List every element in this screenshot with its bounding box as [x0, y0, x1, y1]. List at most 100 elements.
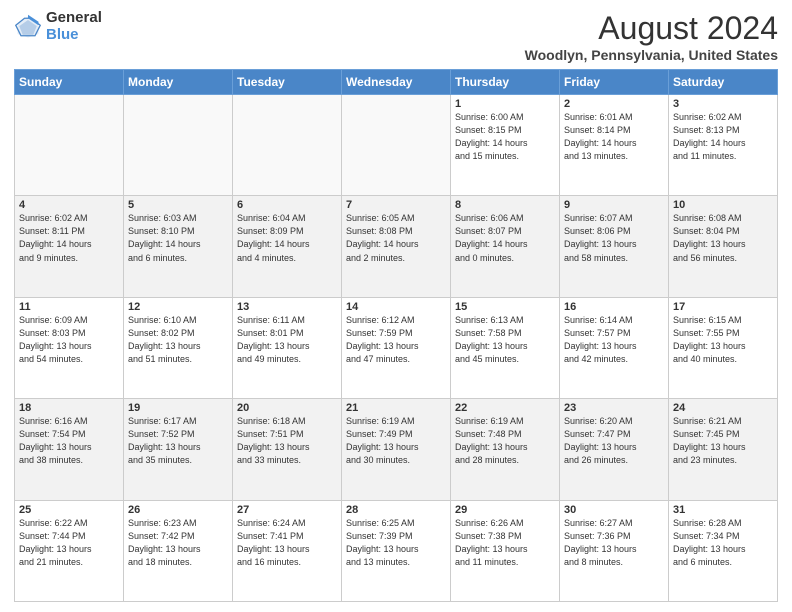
day-number: 13	[237, 301, 337, 313]
calendar-week-row: 4Sunrise: 6:02 AM Sunset: 8:11 PM Daylig…	[15, 196, 778, 297]
day-info: Sunrise: 6:12 AM Sunset: 7:59 PM Dayligh…	[346, 314, 446, 366]
day-number: 25	[19, 504, 119, 516]
table-row: 4Sunrise: 6:02 AM Sunset: 8:11 PM Daylig…	[15, 196, 124, 297]
day-info: Sunrise: 6:16 AM Sunset: 7:54 PM Dayligh…	[19, 415, 119, 467]
day-number: 20	[237, 402, 337, 414]
calendar-week-row: 25Sunrise: 6:22 AM Sunset: 7:44 PM Dayli…	[15, 500, 778, 601]
calendar-week-row: 18Sunrise: 6:16 AM Sunset: 7:54 PM Dayli…	[15, 399, 778, 500]
table-row: 28Sunrise: 6:25 AM Sunset: 7:39 PM Dayli…	[342, 500, 451, 601]
table-row: 24Sunrise: 6:21 AM Sunset: 7:45 PM Dayli…	[669, 399, 778, 500]
day-number: 9	[564, 199, 664, 211]
day-info: Sunrise: 6:14 AM Sunset: 7:57 PM Dayligh…	[564, 314, 664, 366]
table-row	[15, 95, 124, 196]
day-info: Sunrise: 6:23 AM Sunset: 7:42 PM Dayligh…	[128, 517, 228, 569]
table-row	[342, 95, 451, 196]
logo-text: General Blue	[46, 10, 102, 43]
table-row: 5Sunrise: 6:03 AM Sunset: 8:10 PM Daylig…	[124, 196, 233, 297]
calendar-week-row: 11Sunrise: 6:09 AM Sunset: 8:03 PM Dayli…	[15, 297, 778, 398]
page: General Blue August 2024 Woodlyn, Pennsy…	[0, 0, 792, 612]
day-info: Sunrise: 6:15 AM Sunset: 7:55 PM Dayligh…	[673, 314, 773, 366]
table-row: 25Sunrise: 6:22 AM Sunset: 7:44 PM Dayli…	[15, 500, 124, 601]
col-sunday: Sunday	[15, 70, 124, 95]
day-info: Sunrise: 6:26 AM Sunset: 7:38 PM Dayligh…	[455, 517, 555, 569]
day-info: Sunrise: 6:04 AM Sunset: 8:09 PM Dayligh…	[237, 212, 337, 264]
table-row: 15Sunrise: 6:13 AM Sunset: 7:58 PM Dayli…	[451, 297, 560, 398]
logo-blue-text: Blue	[46, 27, 102, 44]
table-row: 29Sunrise: 6:26 AM Sunset: 7:38 PM Dayli…	[451, 500, 560, 601]
day-number: 19	[128, 402, 228, 414]
day-info: Sunrise: 6:17 AM Sunset: 7:52 PM Dayligh…	[128, 415, 228, 467]
day-info: Sunrise: 6:22 AM Sunset: 7:44 PM Dayligh…	[19, 517, 119, 569]
day-info: Sunrise: 6:21 AM Sunset: 7:45 PM Dayligh…	[673, 415, 773, 467]
day-info: Sunrise: 6:13 AM Sunset: 7:58 PM Dayligh…	[455, 314, 555, 366]
day-number: 7	[346, 199, 446, 211]
table-row: 12Sunrise: 6:10 AM Sunset: 8:02 PM Dayli…	[124, 297, 233, 398]
day-number: 2	[564, 98, 664, 110]
day-number: 31	[673, 504, 773, 516]
col-tuesday: Tuesday	[233, 70, 342, 95]
day-info: Sunrise: 6:25 AM Sunset: 7:39 PM Dayligh…	[346, 517, 446, 569]
day-info: Sunrise: 6:05 AM Sunset: 8:08 PM Dayligh…	[346, 212, 446, 264]
table-row: 11Sunrise: 6:09 AM Sunset: 8:03 PM Dayli…	[15, 297, 124, 398]
day-number: 4	[19, 199, 119, 211]
day-number: 27	[237, 504, 337, 516]
day-number: 14	[346, 301, 446, 313]
table-row: 21Sunrise: 6:19 AM Sunset: 7:49 PM Dayli…	[342, 399, 451, 500]
day-number: 24	[673, 402, 773, 414]
day-number: 16	[564, 301, 664, 313]
day-info: Sunrise: 6:00 AM Sunset: 8:15 PM Dayligh…	[455, 111, 555, 163]
day-number: 1	[455, 98, 555, 110]
day-info: Sunrise: 6:02 AM Sunset: 8:11 PM Dayligh…	[19, 212, 119, 264]
table-row: 14Sunrise: 6:12 AM Sunset: 7:59 PM Dayli…	[342, 297, 451, 398]
table-row: 18Sunrise: 6:16 AM Sunset: 7:54 PM Dayli…	[15, 399, 124, 500]
table-row: 19Sunrise: 6:17 AM Sunset: 7:52 PM Dayli…	[124, 399, 233, 500]
table-row: 16Sunrise: 6:14 AM Sunset: 7:57 PM Dayli…	[560, 297, 669, 398]
table-row: 17Sunrise: 6:15 AM Sunset: 7:55 PM Dayli…	[669, 297, 778, 398]
day-info: Sunrise: 6:27 AM Sunset: 7:36 PM Dayligh…	[564, 517, 664, 569]
day-number: 22	[455, 402, 555, 414]
header: General Blue August 2024 Woodlyn, Pennsy…	[14, 10, 778, 63]
title-block: August 2024 Woodlyn, Pennsylvania, Unite…	[525, 10, 778, 63]
day-number: 30	[564, 504, 664, 516]
table-row: 22Sunrise: 6:19 AM Sunset: 7:48 PM Dayli…	[451, 399, 560, 500]
day-number: 10	[673, 199, 773, 211]
table-row: 31Sunrise: 6:28 AM Sunset: 7:34 PM Dayli…	[669, 500, 778, 601]
day-number: 15	[455, 301, 555, 313]
day-number: 8	[455, 199, 555, 211]
col-friday: Friday	[560, 70, 669, 95]
table-row: 1Sunrise: 6:00 AM Sunset: 8:15 PM Daylig…	[451, 95, 560, 196]
table-row	[233, 95, 342, 196]
day-number: 23	[564, 402, 664, 414]
title-location: Woodlyn, Pennsylvania, United States	[525, 47, 778, 63]
table-row: 3Sunrise: 6:02 AM Sunset: 8:13 PM Daylig…	[669, 95, 778, 196]
calendar-header-row: Sunday Monday Tuesday Wednesday Thursday…	[15, 70, 778, 95]
day-info: Sunrise: 6:28 AM Sunset: 7:34 PM Dayligh…	[673, 517, 773, 569]
calendar-table: Sunday Monday Tuesday Wednesday Thursday…	[14, 69, 778, 602]
day-number: 17	[673, 301, 773, 313]
col-wednesday: Wednesday	[342, 70, 451, 95]
table-row: 10Sunrise: 6:08 AM Sunset: 8:04 PM Dayli…	[669, 196, 778, 297]
day-info: Sunrise: 6:19 AM Sunset: 7:49 PM Dayligh…	[346, 415, 446, 467]
day-info: Sunrise: 6:03 AM Sunset: 8:10 PM Dayligh…	[128, 212, 228, 264]
calendar-week-row: 1Sunrise: 6:00 AM Sunset: 8:15 PM Daylig…	[15, 95, 778, 196]
logo: General Blue	[14, 10, 102, 43]
day-number: 11	[19, 301, 119, 313]
day-info: Sunrise: 6:19 AM Sunset: 7:48 PM Dayligh…	[455, 415, 555, 467]
table-row: 27Sunrise: 6:24 AM Sunset: 7:41 PM Dayli…	[233, 500, 342, 601]
day-number: 6	[237, 199, 337, 211]
day-number: 21	[346, 402, 446, 414]
table-row: 2Sunrise: 6:01 AM Sunset: 8:14 PM Daylig…	[560, 95, 669, 196]
day-number: 3	[673, 98, 773, 110]
table-row	[124, 95, 233, 196]
day-info: Sunrise: 6:08 AM Sunset: 8:04 PM Dayligh…	[673, 212, 773, 264]
day-number: 5	[128, 199, 228, 211]
table-row: 8Sunrise: 6:06 AM Sunset: 8:07 PM Daylig…	[451, 196, 560, 297]
day-info: Sunrise: 6:07 AM Sunset: 8:06 PM Dayligh…	[564, 212, 664, 264]
day-info: Sunrise: 6:18 AM Sunset: 7:51 PM Dayligh…	[237, 415, 337, 467]
day-info: Sunrise: 6:24 AM Sunset: 7:41 PM Dayligh…	[237, 517, 337, 569]
day-number: 12	[128, 301, 228, 313]
logo-general-text: General	[46, 10, 102, 27]
day-info: Sunrise: 6:06 AM Sunset: 8:07 PM Dayligh…	[455, 212, 555, 264]
table-row: 6Sunrise: 6:04 AM Sunset: 8:09 PM Daylig…	[233, 196, 342, 297]
day-info: Sunrise: 6:01 AM Sunset: 8:14 PM Dayligh…	[564, 111, 664, 163]
